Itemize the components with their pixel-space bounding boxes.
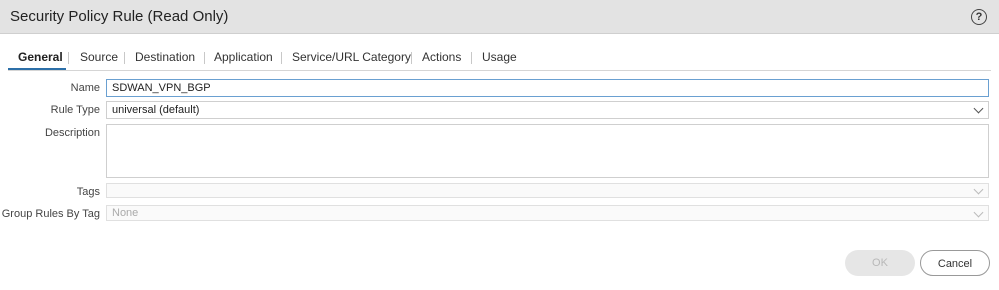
- chevron-down-icon: [973, 103, 984, 114]
- tab-source[interactable]: Source: [80, 50, 118, 64]
- tab-general[interactable]: General: [18, 50, 63, 64]
- tab-destination[interactable]: Destination: [135, 50, 195, 64]
- group-rules-select[interactable]: None: [106, 205, 989, 221]
- tab-divider: [471, 52, 472, 64]
- name-field-value: SDWAN_VPN_BGP: [112, 82, 211, 94]
- group-rules-value: None: [112, 207, 139, 219]
- chevron-down-icon: [973, 184, 984, 195]
- dialog-title: Security Policy Rule (Read Only): [10, 8, 229, 25]
- name-field[interactable]: SDWAN_VPN_BGP: [106, 79, 989, 97]
- tab-actions[interactable]: Actions: [422, 50, 461, 64]
- rule-type-value: universal (default): [112, 104, 200, 116]
- tab-usage[interactable]: Usage: [482, 50, 517, 64]
- dialog-titlebar: Security Policy Rule (Read Only) ?: [0, 0, 999, 34]
- tab-application[interactable]: Application: [214, 50, 273, 64]
- chevron-down-icon: [973, 207, 984, 218]
- description-label: Description: [44, 127, 100, 139]
- rule-type-label: Rule Type: [50, 104, 100, 116]
- name-label: Name: [70, 82, 100, 94]
- ok-button[interactable]: OK: [845, 250, 915, 276]
- tab-service-url-category[interactable]: Service/URL Category: [292, 50, 411, 64]
- tags-label: Tags: [76, 186, 100, 198]
- tab-divider: [124, 52, 125, 64]
- tab-divider: [68, 52, 69, 64]
- rule-type-select[interactable]: universal (default): [106, 101, 989, 119]
- tags-select[interactable]: [106, 183, 989, 198]
- tabs-divider: [8, 70, 991, 71]
- description-textarea[interactable]: [106, 124, 989, 178]
- group-rules-label: Group Rules By Tag: [1, 208, 100, 220]
- tab-divider: [411, 52, 412, 64]
- tab-divider: [281, 52, 282, 64]
- help-icon[interactable]: ?: [971, 9, 987, 25]
- tab-divider: [204, 52, 205, 64]
- cancel-button[interactable]: Cancel: [920, 250, 990, 276]
